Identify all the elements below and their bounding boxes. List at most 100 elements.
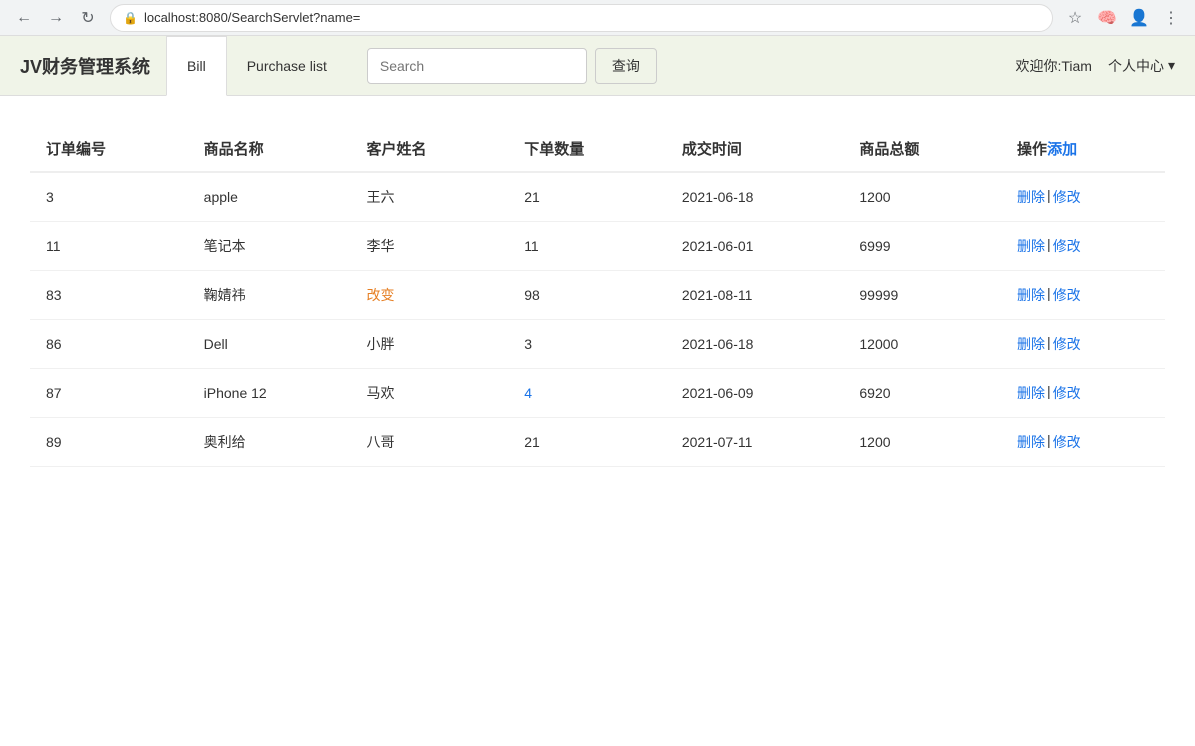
tab-purchase-list[interactable]: Purchase list: [227, 36, 347, 96]
delete-link[interactable]: 删除: [1017, 383, 1045, 403]
cell-id: 11: [30, 222, 188, 271]
action-separator: |: [1047, 236, 1051, 256]
search-button[interactable]: 查询: [595, 48, 657, 84]
edit-link[interactable]: 修改: [1053, 236, 1081, 256]
table-header-row: 订单编号 商品名称 客户姓名 下单数量 成交时间 商品总额 操作: [30, 126, 1165, 172]
profile-icon[interactable]: 👤: [1125, 4, 1153, 32]
delete-link[interactable]: 删除: [1017, 285, 1045, 305]
table-row: 87 iPhone 12 马欢 4 2021-06-09 6920 删除 | 修…: [30, 369, 1165, 418]
tab-bill[interactable]: Bill: [166, 36, 227, 96]
cell-total: 12000: [843, 320, 1001, 369]
menu-icon[interactable]: ⋮: [1157, 4, 1185, 32]
cell-quantity: 21: [508, 172, 666, 222]
col-header-quantity: 下单数量: [508, 126, 666, 172]
table-row: 89 奥利给 八哥 21 2021-07-11 1200 删除 | 修改: [30, 418, 1165, 467]
cell-quantity: 4: [508, 369, 666, 418]
cell-total: 6999: [843, 222, 1001, 271]
cell-quantity: 21: [508, 418, 666, 467]
edit-link[interactable]: 修改: [1053, 334, 1081, 354]
cell-customer: 八哥: [351, 418, 509, 467]
delete-link[interactable]: 删除: [1017, 187, 1045, 207]
edit-link[interactable]: 修改: [1053, 285, 1081, 305]
header-right: 欢迎你:Tiam 个人中心 ▾: [1015, 56, 1175, 76]
cell-date: 2021-06-09: [666, 369, 844, 418]
edit-link[interactable]: 修改: [1053, 383, 1081, 403]
delete-link[interactable]: 删除: [1017, 432, 1045, 452]
bookmark-icon[interactable]: ☆: [1061, 4, 1089, 32]
action-separator: |: [1047, 432, 1051, 452]
cell-product: iPhone 12: [188, 369, 351, 418]
cell-quantity: 3: [508, 320, 666, 369]
cell-actions: 删除 | 修改: [1001, 222, 1165, 271]
action-separator: |: [1047, 334, 1051, 354]
col-header-total: 商品总额: [843, 126, 1001, 172]
browser-chrome: ← → ↻ 🔒 localhost:8080/SearchServlet?nam…: [0, 0, 1195, 36]
orders-table: 订单编号 商品名称 客户姓名 下单数量 成交时间 商品总额 操作: [30, 126, 1165, 467]
cell-customer: 改变: [351, 271, 509, 320]
cell-actions: 删除 | 修改: [1001, 369, 1165, 418]
col-header-id: 订单编号: [30, 126, 188, 172]
cell-total: 99999: [843, 271, 1001, 320]
cell-id: 83: [30, 271, 188, 320]
action-separator: |: [1047, 187, 1051, 207]
cell-product: Dell: [188, 320, 351, 369]
user-menu[interactable]: 个人中心 ▾: [1108, 56, 1175, 76]
welcome-text: 欢迎你:Tiam: [1015, 56, 1091, 76]
col-header-product: 商品名称: [188, 126, 351, 172]
edit-link[interactable]: 修改: [1053, 187, 1081, 207]
cell-customer: 李华: [351, 222, 509, 271]
table-row: 83 鞠婧祎 改变 98 2021-08-11 99999 删除 | 修改: [30, 271, 1165, 320]
cell-date: 2021-07-11: [666, 418, 844, 467]
cell-actions: 删除 | 修改: [1001, 418, 1165, 467]
browser-actions: ☆ 🧠 👤 ⋮: [1061, 4, 1185, 32]
cell-product: apple: [188, 172, 351, 222]
address-bar[interactable]: 🔒 localhost:8080/SearchServlet?name=: [110, 4, 1053, 32]
browser-nav: ← → ↻: [10, 4, 102, 32]
cell-total: 6920: [843, 369, 1001, 418]
search-input[interactable]: [367, 48, 587, 84]
cell-id: 87: [30, 369, 188, 418]
cell-customer: 小胖: [351, 320, 509, 369]
cell-total: 1200: [843, 172, 1001, 222]
table-row: 86 Dell 小胖 3 2021-06-18 12000 删除 | 修改: [30, 320, 1165, 369]
reload-button[interactable]: ↻: [74, 4, 102, 32]
cell-product: 笔记本: [188, 222, 351, 271]
cell-date: 2021-06-18: [666, 320, 844, 369]
col-header-customer: 客户姓名: [351, 126, 509, 172]
cell-id: 89: [30, 418, 188, 467]
col-header-actions: 操作添加: [1001, 126, 1165, 172]
table-row: 11 笔记本 李华 11 2021-06-01 6999 删除 | 修改: [30, 222, 1165, 271]
cell-quantity: 11: [508, 222, 666, 271]
app-title: JV财务管理系统: [20, 53, 150, 79]
cell-quantity: 98: [508, 271, 666, 320]
edit-link[interactable]: 修改: [1053, 432, 1081, 452]
add-link[interactable]: 添加: [1047, 141, 1077, 158]
cell-actions: 删除 | 修改: [1001, 271, 1165, 320]
cell-id: 3: [30, 172, 188, 222]
cell-customer: 王六: [351, 172, 509, 222]
cell-actions: 删除 | 修改: [1001, 172, 1165, 222]
cell-product: 鞠婧祎: [188, 271, 351, 320]
cell-product: 奥利给: [188, 418, 351, 467]
forward-button[interactable]: →: [42, 4, 70, 32]
cell-total: 1200: [843, 418, 1001, 467]
cell-id: 86: [30, 320, 188, 369]
lock-icon: 🔒: [123, 11, 138, 25]
cell-actions: 删除 | 修改: [1001, 320, 1165, 369]
table-row: 3 apple 王六 21 2021-06-18 1200 删除 | 修改: [30, 172, 1165, 222]
cell-date: 2021-06-18: [666, 172, 844, 222]
cell-date: 2021-08-11: [666, 271, 844, 320]
delete-link[interactable]: 删除: [1017, 334, 1045, 354]
main-content: 订单编号 商品名称 客户姓名 下单数量 成交时间 商品总额 操作: [0, 96, 1195, 487]
search-container: 查询: [367, 48, 657, 84]
url-text: localhost:8080/SearchServlet?name=: [144, 10, 360, 25]
delete-link[interactable]: 删除: [1017, 236, 1045, 256]
col-header-date: 成交时间: [666, 126, 844, 172]
action-separator: |: [1047, 383, 1051, 403]
app-header: JV财务管理系统 Bill Purchase list 查询 欢迎你:Tiam …: [0, 36, 1195, 96]
back-button[interactable]: ←: [10, 4, 38, 32]
extensions-icon[interactable]: 🧠: [1093, 4, 1121, 32]
cell-date: 2021-06-01: [666, 222, 844, 271]
cell-customer: 马欢: [351, 369, 509, 418]
action-separator: |: [1047, 285, 1051, 305]
